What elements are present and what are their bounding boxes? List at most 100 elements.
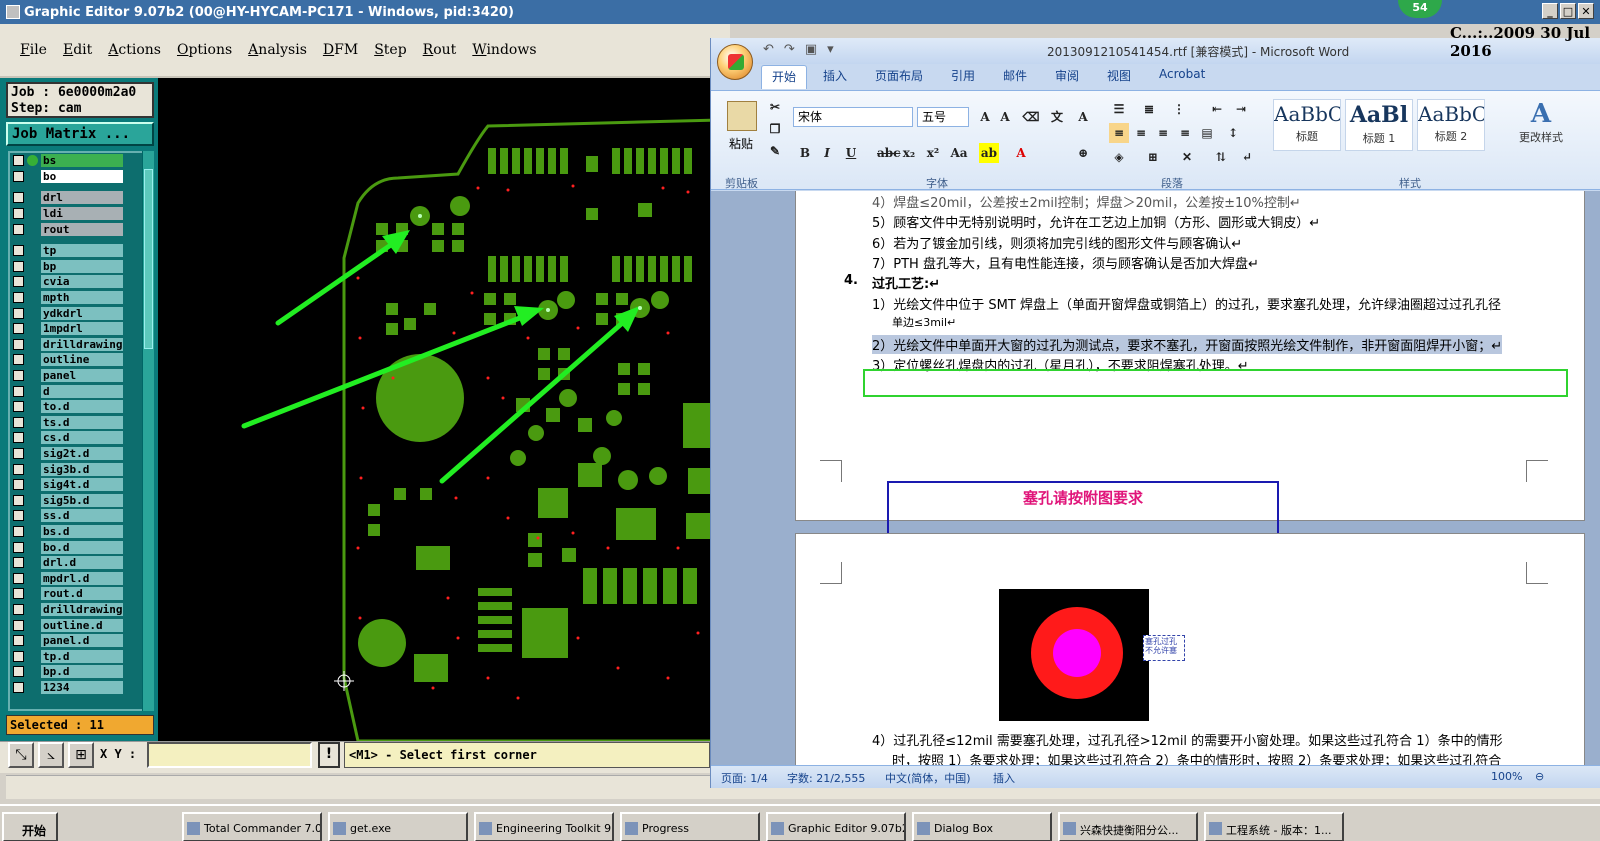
tab-home[interactable]: 开始 — [761, 65, 808, 89]
layer-name[interactable]: bs — [41, 154, 123, 168]
insert-mode[interactable]: 插入 — [993, 770, 1015, 786]
layer-name[interactable]: bs.d — [41, 524, 123, 538]
change-case-button[interactable]: Aa — [949, 143, 969, 163]
grid-icon[interactable]: ⊞ — [68, 742, 94, 768]
layer-row[interactable]: d — [10, 383, 146, 399]
layer-checkbox[interactable] — [13, 635, 24, 647]
layer-checkbox[interactable] — [13, 223, 24, 235]
zoom-level[interactable]: 100% — [1491, 770, 1522, 783]
layer-checkbox[interactable] — [13, 479, 24, 491]
grow-font-icon[interactable]: A — [975, 107, 995, 127]
layer-name[interactable]: bp.d — [41, 665, 123, 679]
tab-view[interactable]: 视图 — [1107, 67, 1131, 84]
layer-name[interactable]: 1234 — [41, 680, 123, 694]
layer-row[interactable]: sig4t.d — [10, 477, 146, 493]
layer-checkbox[interactable] — [13, 588, 24, 600]
layer-row[interactable]: rout.d — [10, 586, 146, 602]
layer-name[interactable]: bo — [41, 169, 123, 183]
layer-name[interactable]: mpth — [41, 291, 123, 305]
qat-dropdown-icon[interactable]: ▾ — [827, 42, 834, 57]
bullets-icon[interactable]: ☰ — [1109, 99, 1129, 119]
decrease-indent-icon[interactable]: ⇤ — [1207, 99, 1227, 119]
save-icon[interactable]: ▣ — [805, 42, 817, 57]
zoom-out-icon[interactable]: ⊖ — [1535, 770, 1544, 783]
minimize-button[interactable]: _ — [1542, 3, 1558, 19]
layer-row[interactable]: panel.d — [10, 633, 146, 649]
language[interactable]: 中文(简体，中国) — [885, 770, 971, 786]
layer-checkbox[interactable] — [13, 447, 24, 459]
layer-name[interactable]: rout — [41, 222, 123, 236]
job-matrix-button[interactable]: Job Matrix ... — [6, 122, 154, 146]
layer-checkbox[interactable] — [13, 155, 24, 167]
layer-checkbox[interactable] — [13, 276, 24, 288]
layer-row[interactable]: bp.d — [10, 664, 146, 680]
menu-step[interactable]: Step — [374, 42, 406, 58]
layer-checkbox[interactable] — [13, 170, 24, 182]
layer-row[interactable]: sig3b.d — [10, 461, 146, 477]
layer-checkbox[interactable] — [13, 416, 24, 428]
taskbar-item[interactable]: 兴森快捷衡阳分公... — [1058, 812, 1198, 841]
layer-name[interactable]: ldi — [41, 207, 123, 221]
copy-icon[interactable]: ❐ — [765, 119, 785, 139]
layer-checkbox[interactable] — [13, 510, 24, 522]
menu-dfm[interactable]: DFM — [323, 42, 358, 58]
align-right-icon[interactable]: ≡ — [1153, 123, 1173, 143]
paste-icon[interactable] — [727, 101, 757, 131]
layer-name[interactable]: outline — [41, 353, 123, 367]
layer-checkbox[interactable] — [13, 307, 24, 319]
layer-name[interactable]: d — [41, 384, 123, 398]
tab-references[interactable]: 引用 — [951, 67, 975, 84]
layer-checkbox[interactable] — [13, 603, 24, 615]
xy-input[interactable] — [147, 742, 312, 768]
layer-name[interactable]: panel — [41, 369, 123, 383]
layer-name[interactable]: drl.d — [41, 556, 123, 570]
taskbar-item[interactable]: get.exe — [328, 812, 468, 841]
tab-review[interactable]: 审阅 — [1055, 67, 1079, 84]
page-count[interactable]: 页面: 1/4 — [721, 770, 768, 786]
layer-row[interactable]: drl.d — [10, 555, 146, 571]
via-diagram-image[interactable] — [999, 589, 1149, 721]
layer-checkbox[interactable] — [13, 385, 24, 397]
start-button[interactable]: 开始 — [2, 812, 58, 841]
layer-row[interactable]: bp — [10, 259, 146, 275]
tab-page-layout[interactable]: 页面布局 — [875, 67, 923, 84]
layer-row[interactable]: cs.d — [10, 430, 146, 446]
tab-mailings[interactable]: 邮件 — [1003, 67, 1027, 84]
layer-checkbox[interactable] — [13, 338, 24, 350]
layer-checkbox[interactable] — [13, 463, 24, 475]
menu-edit[interactable]: Edit — [63, 42, 92, 58]
taskbar-item[interactable]: Engineering Toolkit 9... — [474, 812, 614, 841]
enclose-char-icon[interactable]: ⊕ — [1073, 143, 1093, 163]
distributed-icon[interactable]: ▤ — [1197, 123, 1217, 143]
layer-checkbox[interactable] — [13, 292, 24, 304]
document-page-2[interactable]: 4）过孔孔径≤12mil 需要塞孔处理，过孔孔径>12mil 的需要开小窗处理。… — [795, 533, 1585, 765]
layer-row[interactable]: rout — [10, 221, 146, 237]
layer-row[interactable]: bs — [10, 153, 146, 169]
layer-name[interactable]: sig5b.d — [41, 493, 123, 507]
layer-name[interactable]: cs.d — [41, 431, 123, 445]
change-styles-button[interactable]: A 更改样式 — [1511, 99, 1571, 145]
layer-row[interactable]: bo.d — [10, 539, 146, 555]
layer-name[interactable]: to.d — [41, 400, 123, 414]
office-button[interactable] — [717, 44, 753, 80]
layer-row[interactable]: panel — [10, 368, 146, 384]
layer-row[interactable]: to.d — [10, 399, 146, 415]
format-painter-icon[interactable]: ✎ — [765, 141, 785, 161]
layer-row[interactable]: sig2t.d — [10, 446, 146, 462]
font-name-select[interactable]: 宋体 — [793, 107, 913, 127]
layer-row[interactable]: outline — [10, 352, 146, 368]
layer-row[interactable]: drl — [10, 190, 146, 206]
layer-name[interactable]: panel.d — [41, 634, 123, 648]
align-left-icon[interactable]: ≡ — [1109, 123, 1129, 143]
document-page[interactable]: 4）焊盘≤20mil，公差按±2mil控制；焊盘＞20mil，公差按±10%控制… — [795, 191, 1585, 521]
layer-name[interactable]: drilldrawing — [41, 602, 123, 616]
layer-name[interactable]: 1mpdrl — [41, 322, 123, 336]
layer-name[interactable]: outline.d — [41, 618, 123, 632]
numbering-icon[interactable]: ≣ — [1139, 99, 1159, 119]
layer-name[interactable]: sig4t.d — [41, 478, 123, 492]
shading-icon[interactable]: ◈ — [1109, 147, 1129, 167]
menu-rout[interactable]: Rout — [423, 42, 457, 58]
layer-row[interactable]: cvia — [10, 274, 146, 290]
measure-icon[interactable]: ⦣ — [38, 742, 64, 768]
layer-checkbox[interactable] — [13, 245, 24, 257]
